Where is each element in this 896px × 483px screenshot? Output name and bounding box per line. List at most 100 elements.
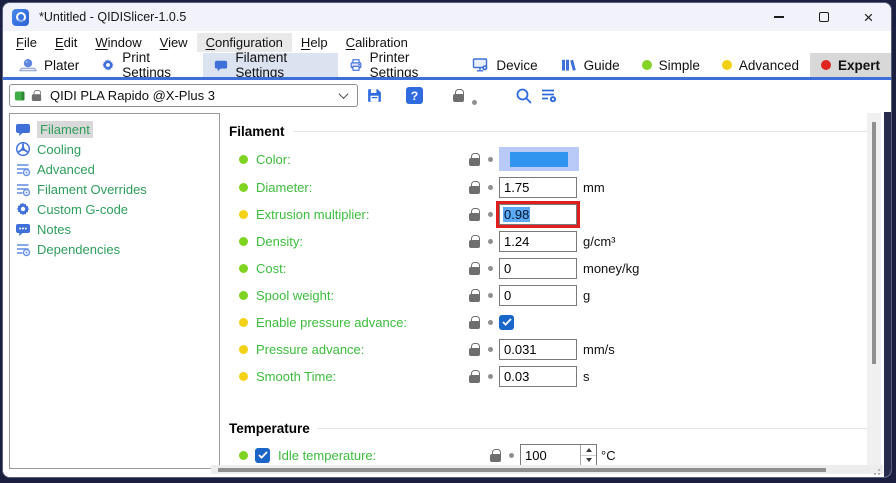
dot-icon[interactable] — [488, 185, 493, 190]
tab-printer-settings[interactable]: Printer Settings — [338, 53, 462, 77]
mode-simple[interactable]: Simple — [631, 53, 711, 77]
selected-value: 0.98 — [503, 207, 530, 222]
window-title: *Untitled - QIDISlicer-1.0.5 — [39, 10, 186, 24]
setting-label: Spool weight: — [256, 288, 334, 303]
sidebar-item-dependencies[interactable]: Dependencies — [10, 239, 219, 259]
lock-icon[interactable] — [469, 316, 480, 329]
horizontal-scrollbar[interactable] — [211, 465, 883, 474]
mode-label: Simple — [659, 58, 700, 73]
bullet-icon — [239, 183, 248, 192]
sidebar-item-advanced[interactable]: Advanced — [10, 159, 219, 179]
advanced-mode-dot-icon — [722, 60, 732, 70]
lock-icon[interactable] — [469, 208, 480, 221]
question-mark-icon: ? — [411, 89, 418, 103]
close-button[interactable]: × — [846, 3, 891, 31]
spin-up-button[interactable] — [581, 445, 596, 456]
sliders-gear-icon — [15, 161, 31, 177]
menu-view[interactable]: View — [151, 33, 197, 52]
spool-weight-input[interactable] — [499, 285, 577, 306]
density-input[interactable] — [499, 231, 577, 252]
sidebar-item-label: Filament Overrides — [37, 182, 147, 197]
setting-row-pressure-advance: Pressure advance: mm/s — [229, 338, 867, 360]
vertical-scrollbar-thumb[interactable] — [872, 122, 876, 364]
compare-presets-button[interactable] — [541, 88, 558, 107]
dot-icon[interactable] — [488, 239, 493, 244]
mode-switcher: Simple Advanced Expert — [631, 53, 891, 77]
lock-icon[interactable] — [490, 449, 501, 462]
color-swatch-button[interactable] — [499, 147, 579, 171]
smooth-time-input[interactable] — [499, 366, 577, 387]
dot-icon[interactable] — [488, 320, 493, 325]
menu-window[interactable]: Window — [86, 33, 150, 52]
revert-dot-button[interactable] — [472, 93, 477, 108]
setting-row-diameter: Diameter: mm — [229, 176, 867, 198]
sidebar-item-cooling[interactable]: Cooling — [10, 139, 219, 159]
menu-file[interactable]: File — [7, 33, 46, 52]
diameter-input[interactable] — [499, 177, 577, 198]
tab-guide[interactable]: Guide — [549, 53, 631, 77]
sidebar-item-notes[interactable]: Notes — [10, 219, 219, 239]
menu-configuration[interactable]: Configuration — [197, 33, 292, 52]
horizontal-scrollbar-thumb[interactable] — [218, 468, 826, 472]
compare-settings-icon — [541, 88, 558, 104]
sidebar-item-custom-gcode[interactable]: Custom G-code — [10, 199, 219, 219]
setting-label: Color: — [256, 152, 291, 167]
bullet-icon — [239, 372, 248, 381]
lock-icon[interactable] — [469, 343, 480, 356]
tab-device[interactable]: Device — [461, 53, 548, 77]
mode-advanced[interactable]: Advanced — [711, 53, 810, 77]
lock-icon[interactable] — [469, 370, 480, 383]
dot-icon[interactable] — [488, 157, 493, 162]
lock-preset-button[interactable] — [453, 89, 464, 105]
tab-label: Printer Settings — [370, 50, 451, 80]
sidebar-item-label: Filament — [37, 121, 93, 138]
expert-mode-dot-icon — [821, 60, 831, 70]
tab-filament-settings[interactable]: Filament Settings — [203, 53, 337, 77]
lock-icon[interactable] — [469, 235, 480, 248]
bullet-icon — [239, 345, 248, 354]
sidebar-item-filament-overrides[interactable]: Filament Overrides — [10, 179, 219, 199]
maximize-button[interactable] — [801, 3, 846, 31]
pressure-advance-input[interactable] — [499, 339, 577, 360]
gear-icon — [15, 201, 31, 217]
simple-mode-dot-icon — [642, 60, 652, 70]
dot-icon[interactable] — [509, 453, 514, 458]
help-button[interactable]: ? — [406, 87, 423, 104]
app-window: *Untitled - QIDISlicer-1.0.5 × File Edit… — [2, 2, 892, 478]
tab-print-settings[interactable]: Print Settings — [90, 53, 203, 77]
mode-expert[interactable]: Expert — [810, 53, 891, 77]
lock-icon[interactable] — [469, 262, 480, 275]
search-button[interactable] — [515, 87, 533, 108]
save-preset-button[interactable] — [366, 87, 383, 107]
category-sidebar: Filament Cooling Advanced Filament Overr… — [9, 113, 220, 469]
spin-down-button[interactable] — [581, 456, 596, 466]
settings-content: Filament Cooling Advanced Filament Overr… — [3, 112, 891, 477]
minimize-button[interactable] — [756, 3, 801, 31]
menu-help[interactable]: Help — [292, 33, 337, 52]
tab-plater[interactable]: Plater — [8, 53, 90, 77]
enable-pressure-advance-checkbox[interactable] — [499, 315, 514, 330]
setting-label: Cost: — [256, 261, 286, 276]
extrusion-multiplier-input[interactable]: 0.98 — [499, 204, 577, 225]
unit-label: s — [583, 369, 590, 384]
resize-grip[interactable] — [878, 469, 881, 472]
lock-icon[interactable] — [469, 289, 480, 302]
vertical-scrollbar[interactable] — [867, 113, 881, 465]
dot-icon[interactable] — [488, 347, 493, 352]
lock-icon[interactable] — [469, 181, 480, 194]
app-logo-icon — [12, 9, 29, 26]
dot-icon[interactable] — [488, 212, 493, 217]
filament-preset-combo[interactable]: QIDI PLA Rapido @X-Plus 3 — [9, 84, 358, 107]
preset-toolbar: QIDI PLA Rapido @X-Plus 3 ? — [3, 80, 891, 112]
cost-input[interactable] — [499, 258, 577, 279]
idle-temperature-checkbox[interactable] — [255, 448, 270, 463]
idle-temperature-input[interactable] — [521, 445, 576, 465]
sidebar-item-filament[interactable]: Filament — [10, 119, 219, 139]
tab-label: Device — [496, 58, 537, 73]
dot-icon[interactable] — [488, 374, 493, 379]
lock-icon[interactable] — [469, 153, 480, 166]
menu-edit[interactable]: Edit — [46, 33, 86, 52]
menu-calibration[interactable]: Calibration — [337, 33, 417, 52]
dot-icon[interactable] — [488, 293, 493, 298]
dot-icon[interactable] — [488, 266, 493, 271]
